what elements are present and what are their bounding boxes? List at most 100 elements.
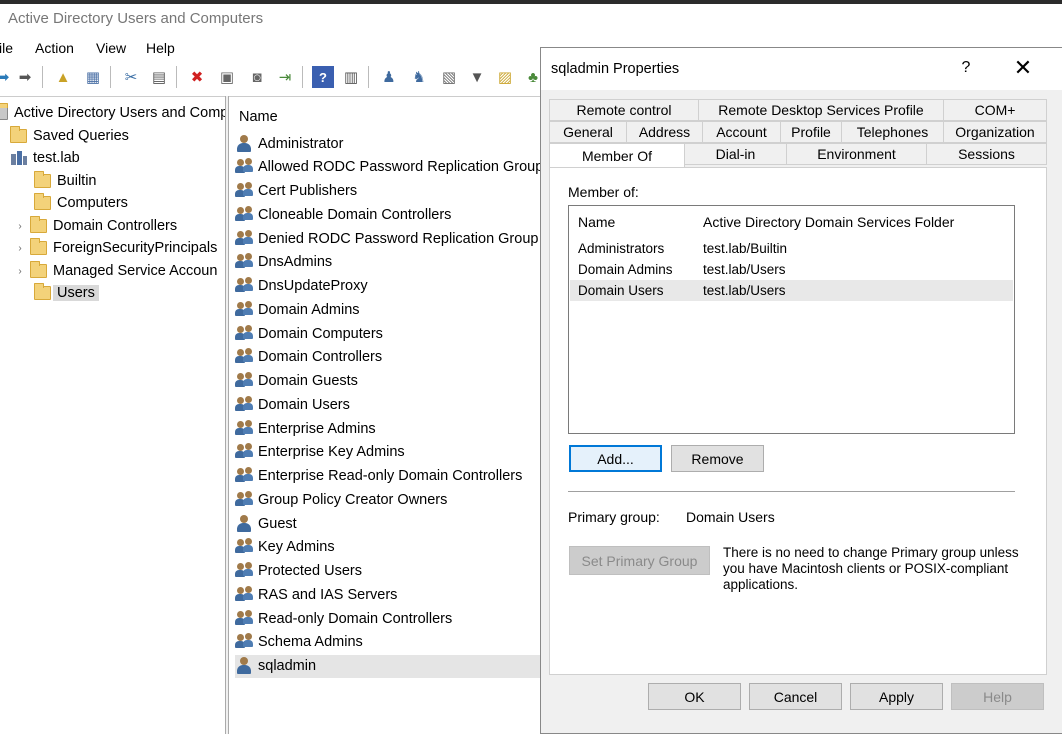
user-icon (235, 134, 255, 153)
tab-telephones[interactable]: Telephones (841, 121, 944, 143)
tree-item-builtin[interactable]: Builtin (34, 170, 97, 192)
list-item[interactable]: Enterprise Key Admins (235, 441, 541, 464)
tree-item-saved-queries[interactable]: Saved Queries (10, 125, 129, 147)
tab-member-of[interactable]: Member Of (549, 143, 685, 167)
tree-item-test-lab[interactable]: test.lab (10, 147, 80, 169)
menu-help[interactable]: Help (146, 40, 175, 56)
list-item[interactable]: Allowed RODC Password Replication Group (235, 156, 541, 179)
list-item[interactable]: Group Policy Creator Owners (235, 488, 541, 511)
window-top-border (0, 0, 1062, 4)
forward-icon[interactable]: ➡ (14, 66, 36, 88)
help-button[interactable]: Help (951, 683, 1044, 710)
tab-profile[interactable]: Profile (780, 121, 842, 143)
group-icon (235, 372, 255, 390)
add-button[interactable]: Add... (569, 445, 662, 472)
member-of-list[interactable]: Name Active Directory Domain Services Fo… (568, 205, 1015, 434)
tree-item-users[interactable]: Users (34, 282, 99, 304)
tab-remote-desktop-services-profile[interactable]: Remote Desktop Services Profile (698, 99, 944, 121)
list-item-label: Domain Admins (258, 301, 360, 318)
tree-item-computers[interactable]: Computers (34, 192, 128, 214)
tree-item-root[interactable]: Active Directory Users and Comp (0, 102, 228, 124)
cancel-button[interactable]: Cancel (749, 683, 842, 710)
new-ou-icon[interactable]: ▧ (438, 66, 460, 88)
list-item[interactable]: Domain Users (235, 393, 541, 416)
list-item[interactable]: Domain Controllers (235, 346, 541, 369)
list-item[interactable]: Enterprise Read-only Domain Controllers (235, 465, 541, 488)
tab-general[interactable]: General (549, 121, 627, 143)
tab-sessions[interactable]: Sessions (926, 143, 1047, 165)
list-item[interactable]: Cert Publishers (235, 180, 541, 203)
menu-action[interactable]: Action (35, 40, 74, 56)
chevron-right-icon[interactable]: › (14, 266, 26, 277)
list-item[interactable]: DnsAdmins (235, 251, 541, 274)
list-item[interactable]: Enterprise Admins (235, 417, 541, 440)
tab-organization[interactable]: Organization (943, 121, 1047, 143)
tab-address[interactable]: Address (626, 121, 703, 143)
list-item[interactable]: Key Admins (235, 536, 541, 559)
delete-icon[interactable]: ✖ (186, 66, 208, 88)
group-icon (235, 182, 255, 200)
tab-account[interactable]: Account (702, 121, 781, 143)
column-header-folder[interactable]: Active Directory Domain Services Folder (703, 214, 954, 230)
list-item-label: Domain Computers (258, 325, 383, 342)
back-icon[interactable]: ➡ (0, 66, 14, 88)
up-folder-icon[interactable]: ▲ (52, 66, 74, 88)
list-item[interactable]: sqladmin (235, 654, 541, 678)
tab-com-plus[interactable]: COM+ (943, 99, 1047, 121)
list-item[interactable]: Schema Admins (235, 631, 541, 654)
tree-item-managed-service-accounts[interactable]: › Managed Service Accoun (14, 260, 217, 282)
filter-icon[interactable]: ▼ (466, 66, 488, 88)
list-item[interactable]: Administrators test.lab/Builtin (570, 238, 1013, 259)
list-item[interactable]: DnsUpdateProxy (235, 275, 541, 298)
tab-dial-in[interactable]: Dial-in (684, 143, 787, 165)
refresh-icon[interactable]: ◙ (246, 66, 268, 88)
new-group-icon[interactable]: ♞ (408, 66, 430, 88)
find-icon[interactable]: ▨ (494, 66, 516, 88)
cut-icon[interactable]: ✂ (120, 66, 142, 88)
menu-view[interactable]: View (96, 40, 126, 56)
list-item[interactable]: Denied RODC Password Replication Group (235, 227, 541, 250)
column-header-name[interactable]: Name (239, 109, 278, 125)
list-item[interactable]: Administrator (235, 132, 541, 155)
show-console-tree-icon[interactable]: ▥ (340, 66, 362, 88)
column-header-name[interactable]: Name (578, 214, 615, 230)
list-item[interactable]: Cloneable Domain Controllers (235, 203, 541, 226)
group-icon (235, 562, 255, 580)
tab-environment[interactable]: Environment (786, 143, 927, 165)
list-item[interactable]: Domain Users test.lab/Users (570, 280, 1013, 301)
list-item-label: Allowed RODC Password Replication Group (258, 159, 541, 176)
tab-remote-control[interactable]: Remote control (549, 99, 699, 121)
chevron-right-icon[interactable]: › (14, 221, 26, 232)
folder-icon (34, 283, 51, 300)
remove-button[interactable]: Remove (671, 445, 764, 472)
list-item-label: Group Policy Creator Owners (258, 491, 448, 508)
show-hide-tree-icon[interactable]: ▦ (82, 66, 104, 88)
new-user-icon[interactable]: ♟ (378, 66, 400, 88)
properties-dialog: sqladmin Properties ? ✕ Remote control R… (540, 47, 1062, 734)
divider (568, 491, 1015, 492)
help-icon[interactable]: ? (312, 66, 334, 88)
list-item[interactable]: Domain Admins test.lab/Users (570, 259, 1013, 280)
list-item[interactable]: Guest (235, 512, 541, 535)
group-icon (235, 419, 255, 438)
dialog-titlebar[interactable]: sqladmin Properties ? ✕ (541, 48, 1062, 90)
tree-item-foreign-security-principals[interactable]: › ForeignSecurityPrincipals (14, 237, 217, 259)
chevron-right-icon[interactable]: › (14, 243, 26, 254)
list-item[interactable]: Domain Guests (235, 370, 541, 393)
list-item[interactable]: Read-only Domain Controllers (235, 607, 541, 630)
apply-button[interactable]: Apply (850, 683, 943, 710)
close-icon[interactable]: ✕ (1011, 56, 1035, 80)
list-item[interactable]: Protected Users (235, 560, 541, 583)
list-item[interactable]: RAS and IAS Servers (235, 583, 541, 606)
ok-button[interactable]: OK (648, 683, 741, 710)
set-primary-group-button[interactable]: Set Primary Group (569, 546, 710, 575)
menu-file[interactable]: ile (0, 40, 13, 56)
help-question-icon[interactable]: ? (958, 59, 974, 79)
properties-icon[interactable]: ▣ (216, 66, 238, 88)
group-icon (235, 205, 255, 224)
tree-item-domain-controllers[interactable]: › Domain Controllers (14, 215, 177, 237)
paste-icon[interactable]: ▤ (148, 66, 170, 88)
list-item[interactable]: Domain Computers (235, 322, 541, 345)
export-list-icon[interactable]: ⇥ (274, 66, 296, 88)
list-item[interactable]: Domain Admins (235, 298, 541, 321)
